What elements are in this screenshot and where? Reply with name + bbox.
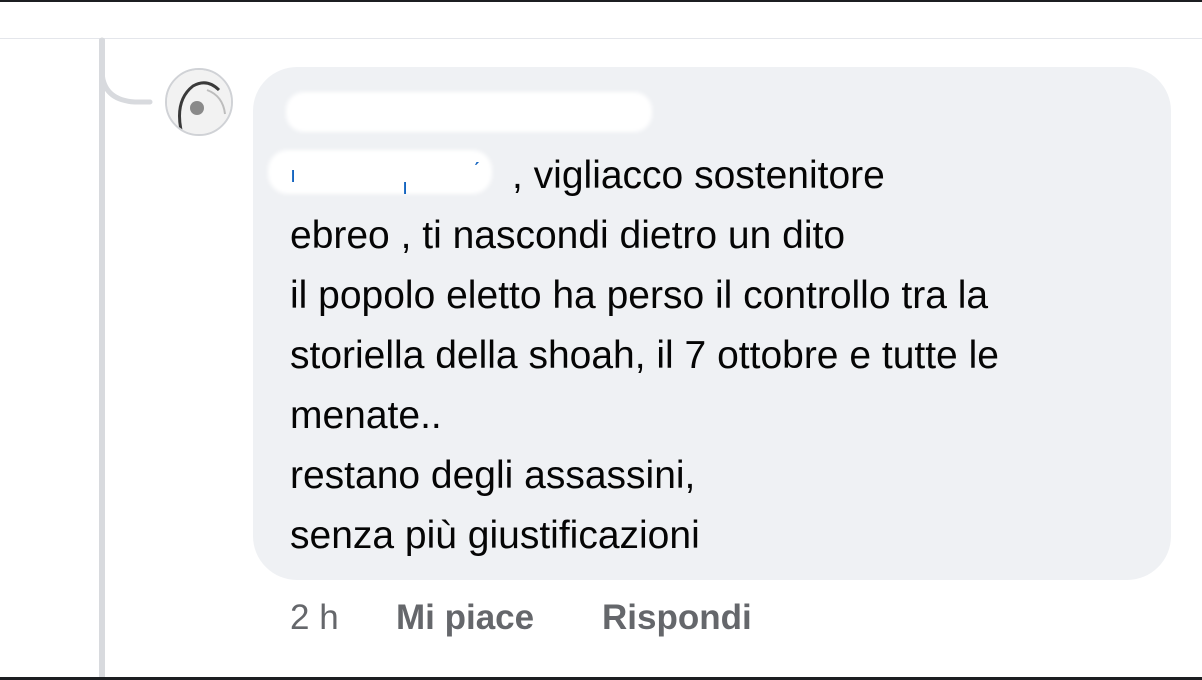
mention-redaction bbox=[268, 150, 492, 194]
commenter-avatar[interactable] bbox=[165, 68, 233, 136]
comment-line: ebreo , ti nascondi dietro un dito bbox=[290, 214, 846, 257]
author-name-redaction bbox=[286, 92, 652, 132]
comment-line: menate.. bbox=[290, 394, 442, 437]
reply-thread-line bbox=[99, 38, 105, 680]
comment-body: , vigliacco sostenitore ebreo , ti nasco… bbox=[290, 146, 1160, 566]
like-button[interactable]: Mi piace bbox=[396, 595, 534, 641]
reply-button[interactable]: Rispondi bbox=[602, 595, 752, 641]
profile-avatar-icon bbox=[167, 70, 231, 134]
comment-line: storiella della shoah, il 7 ottobre e tu… bbox=[290, 334, 999, 377]
mention-fragment: ı bbox=[290, 162, 297, 187]
previous-content-area bbox=[0, 2, 1202, 39]
mention-fragment: ˊ bbox=[473, 158, 481, 183]
comment-line: il popolo eletto ha perso il controllo t… bbox=[290, 274, 989, 317]
comment-timestamp[interactable]: 2 h bbox=[290, 595, 339, 641]
reply-thread-curve bbox=[99, 37, 153, 105]
comment-line: senza più giustificazioni bbox=[290, 514, 700, 557]
comment-line: restano degli assassini, bbox=[290, 454, 696, 497]
comment-line-text: , vigliacco sostenitore bbox=[512, 154, 885, 197]
mention-fragment: ı bbox=[402, 174, 409, 199]
